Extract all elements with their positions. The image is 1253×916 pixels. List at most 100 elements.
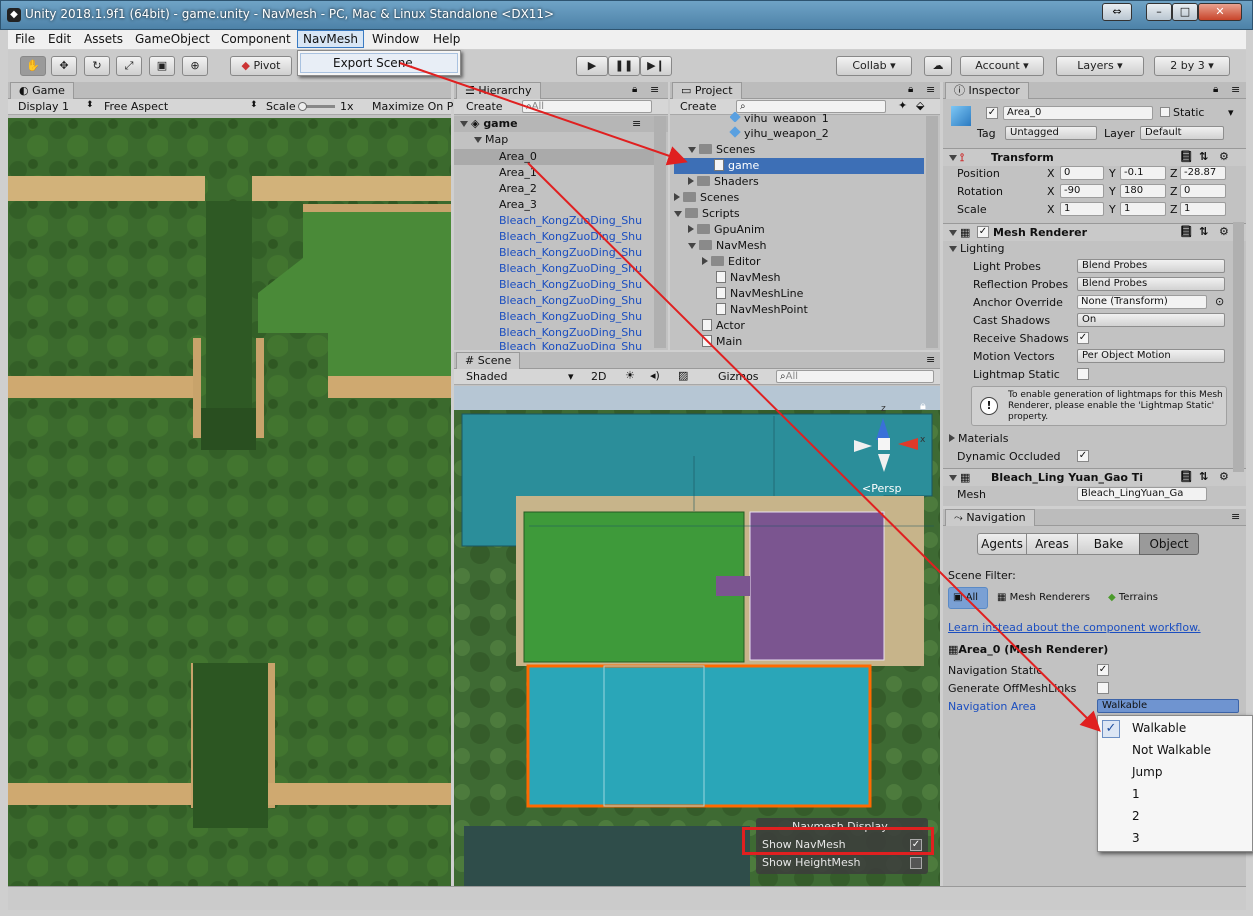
restore-button[interactable]: ⇔ <box>1102 3 1132 21</box>
tab-inspector[interactable]: ⓘ Inspector <box>945 82 1029 99</box>
project-item-navmesh-script[interactable]: NavMesh <box>716 271 780 284</box>
lighting-toggle-icon[interactable]: ☀ <box>625 369 635 382</box>
dynamic-occluded-checkbox[interactable]: ✓ <box>1077 450 1089 462</box>
cloud-icon[interactable]: ☁ <box>924 56 952 76</box>
filter-type-icon[interactable]: ✦ <box>898 99 907 112</box>
scale-x[interactable]: 1 <box>1060 202 1104 216</box>
tab-game[interactable]: ◐ Game <box>10 82 74 99</box>
filter-all-button[interactable]: ▣ All <box>948 587 988 609</box>
menu-component[interactable]: Component <box>221 32 291 46</box>
panel-menu-icon[interactable]: ≡ <box>650 83 659 96</box>
project-item-scripts[interactable]: Scripts <box>674 207 740 220</box>
area-option-walkable[interactable]: Walkable <box>1132 721 1186 735</box>
mesh-renderer-enabled[interactable]: ✓ <box>977 226 989 238</box>
hierarchy-item-map[interactable]: Map <box>474 133 508 146</box>
hierarchy-item-bleach[interactable]: Bleach_KongZuoDing_Shu <box>499 294 642 307</box>
hierarchy-item-area2[interactable]: Area_2 <box>499 182 537 195</box>
project-item-weapon1[interactable]: yihu_weapon_1 <box>730 112 829 122</box>
gizmo-x-cone[interactable] <box>898 438 918 450</box>
menu-assets[interactable]: Assets <box>84 32 123 46</box>
hand-tool-icon[interactable]: ✋ <box>20 56 46 76</box>
hierarchy-item-area1[interactable]: Area_1 <box>499 166 537 179</box>
project-item-main[interactable]: Main <box>702 335 742 348</box>
preset-icon[interactable]: ⇅ <box>1199 470 1208 483</box>
gizmos-dropdown[interactable]: Gizmos <box>718 370 759 383</box>
tab-object[interactable]: Object <box>1139 533 1199 555</box>
gizmo-center-cube[interactable] <box>878 438 890 450</box>
area-option-1[interactable]: 1 <box>1132 787 1140 801</box>
scene-search[interactable]: ⌕All <box>776 370 934 383</box>
component-workflow-link[interactable]: Learn instead about the component workfl… <box>948 621 1201 634</box>
object-picker-icon[interactable]: ⊙ <box>1215 295 1224 308</box>
persp-label[interactable]: <Persp <box>862 482 901 495</box>
scale-tool-icon[interactable]: ⤢ <box>116 56 142 76</box>
menu-file[interactable]: File <box>15 32 35 46</box>
close-button[interactable]: ✕ <box>1198 3 1242 21</box>
tab-hierarchy[interactable]: ☰ Hierarchy <box>456 82 541 99</box>
mesh-renderer-header[interactable]: ▦ ✓ Mesh Renderer 📘︎ ⇅ ⚙ <box>943 223 1246 241</box>
static-checkbox[interactable] <box>1160 107 1170 117</box>
lightmap-static-checkbox[interactable] <box>1077 368 1089 380</box>
show-heightmesh-checkbox[interactable] <box>910 857 922 869</box>
panel-menu-icon[interactable]: ≡ <box>1231 83 1240 96</box>
menu-gameobject[interactable]: GameObject <box>135 32 210 46</box>
project-item-actor[interactable]: Actor <box>702 319 745 332</box>
tab-agents[interactable]: Agents <box>977 533 1027 555</box>
position-z[interactable]: -28.87 <box>1180 166 1226 180</box>
area-option-2[interactable]: 2 <box>1132 809 1140 823</box>
project-item-selected[interactable] <box>674 158 924 174</box>
move-tool-icon[interactable]: ✥ <box>51 56 77 76</box>
display-dropdown[interactable]: Display 1 <box>18 100 69 113</box>
lock-icon[interactable]: 🔒︎ <box>632 84 637 95</box>
materials-foldout[interactable]: Materials <box>949 432 1008 445</box>
help-icon[interactable]: 📘︎ <box>1179 470 1193 483</box>
navigation-area-dropdown[interactable]: Walkable <box>1097 699 1239 713</box>
hierarchy-search[interactable]: ⌕All <box>522 100 652 113</box>
anchor-override-field[interactable]: None (Transform) <box>1077 295 1207 309</box>
scale-y[interactable]: 1 <box>1120 202 1166 216</box>
hierarchy-item-bleach[interactable]: Bleach_KongZuoDing_Shu <box>499 214 642 227</box>
preset-icon[interactable]: ⇅ <box>1199 150 1208 163</box>
hierarchy-item-bleach[interactable]: Bleach_KongZuoDing_Shu <box>499 310 642 323</box>
aspect-dropdown[interactable]: Free Aspect <box>104 100 168 113</box>
rotate-tool-icon[interactable]: ↻ <box>84 56 110 76</box>
rotation-y[interactable]: 180 <box>1120 184 1166 198</box>
filter-mesh-renderers[interactable]: ▦ Mesh Renderers <box>997 592 1090 603</box>
tab-navigation[interactable]: ⤳ Navigation <box>945 509 1035 526</box>
hierarchy-item-area0[interactable]: Area_0 <box>499 150 537 163</box>
gear-icon[interactable]: ⚙ <box>1219 470 1229 483</box>
hierarchy-scrollbar[interactable] <box>654 116 666 348</box>
reflection-probes-dropdown[interactable]: Blend Probes <box>1077 277 1225 291</box>
shading-mode-dropdown[interactable]: Shaded <box>466 370 507 383</box>
lock-icon[interactable]: 🔒︎ <box>1213 84 1218 95</box>
layer-dropdown[interactable]: Default <box>1140 126 1224 140</box>
play-button[interactable]: ▶ <box>576 56 608 76</box>
offmesh-links-checkbox[interactable] <box>1097 682 1109 694</box>
position-y[interactable]: -0.1 <box>1120 166 1166 180</box>
hierarchy-item-bleach[interactable]: Bleach_KongZuoDing_Shu <box>499 246 642 259</box>
hierarchy-item-bleach[interactable]: Bleach_KongZuoDing_Shu <box>499 340 642 350</box>
gizmo-y-cone[interactable] <box>878 454 890 472</box>
gizmo-z-cone[interactable] <box>876 418 890 440</box>
scene-root-row[interactable]: ◈ game ≡ <box>454 116 668 132</box>
inspector-scrollbar[interactable] <box>1233 222 1244 472</box>
menu-help[interactable]: Help <box>433 32 460 46</box>
menu-navmesh[interactable]: NavMesh <box>297 30 365 48</box>
project-item-navmeshline[interactable]: NavMeshLine <box>716 287 803 300</box>
lock-icon[interactable]: 🔒︎ <box>908 84 913 95</box>
tab-areas[interactable]: Areas <box>1026 533 1078 555</box>
gear-icon[interactable]: ⚙ <box>1219 225 1229 238</box>
panel-menu-icon[interactable]: ≡ <box>926 353 935 366</box>
rotation-x[interactable]: -90 <box>1060 184 1104 198</box>
maximize-button[interactable]: □ <box>1172 3 1198 21</box>
collab-dropdown[interactable]: Collab ▾ <box>836 56 912 76</box>
rect-tool-icon[interactable]: ▣ <box>149 56 175 76</box>
filter-label-icon[interactable]: ⬙ <box>916 99 924 112</box>
layout-dropdown[interactable]: 2 by 3 ▾ <box>1154 56 1230 76</box>
scene-menu-icon[interactable]: ≡ <box>632 117 641 130</box>
mesh-field[interactable]: Bleach_LingYuan_Ga <box>1077 487 1207 501</box>
project-create[interactable]: Create <box>680 100 717 113</box>
pivot-toggle[interactable]: ◆ Pivot <box>230 56 292 76</box>
project-item-navmeshpoint[interactable]: NavMeshPoint <box>716 303 808 316</box>
object-name-field[interactable]: Area_0 <box>1003 106 1153 120</box>
